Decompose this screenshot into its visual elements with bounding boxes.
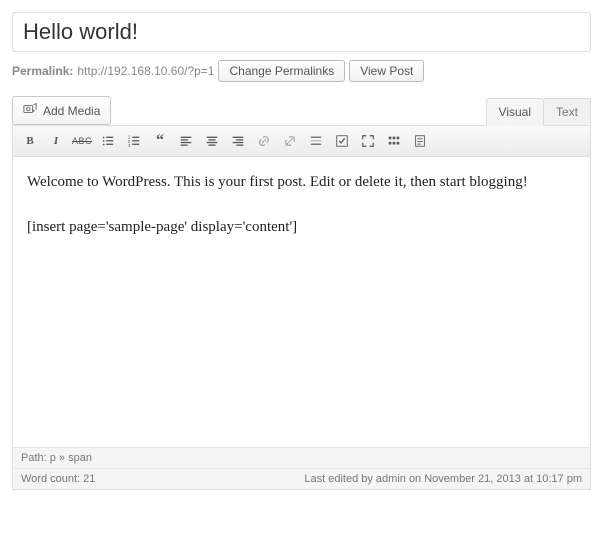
tab-text[interactable]: Text [544, 98, 591, 126]
svg-text:3: 3 [128, 143, 131, 148]
unlink-button[interactable] [279, 130, 301, 152]
align-right-button[interactable] [227, 130, 249, 152]
spellcheck-button[interactable] [331, 130, 353, 152]
editor-path-bar: Path: p » span [13, 447, 590, 468]
ordered-list-button[interactable]: 123 [123, 130, 145, 152]
fullscreen-button[interactable] [357, 130, 379, 152]
add-media-label: Add Media [43, 104, 100, 118]
path-value[interactable]: p » span [50, 452, 92, 464]
strikethrough-button[interactable]: ABC [71, 130, 93, 152]
editor-toolbar: B I ABC 123 “ [13, 126, 590, 157]
blockquote-button[interactable]: “ [149, 130, 171, 152]
link-button[interactable] [253, 130, 275, 152]
post-title-input[interactable] [12, 12, 591, 52]
unordered-list-button[interactable] [97, 130, 119, 152]
editor: B I ABC 123 “ Welcome to WordPress. This… [12, 125, 591, 490]
insert-page-button[interactable] [409, 130, 431, 152]
insert-more-button[interactable] [305, 130, 327, 152]
bold-button[interactable]: B [19, 130, 41, 152]
path-label: Path: [21, 452, 47, 464]
camera-music-icon [23, 102, 37, 119]
align-left-button[interactable] [175, 130, 197, 152]
tab-visual[interactable]: Visual [486, 98, 544, 126]
word-count-value: 21 [83, 473, 95, 485]
permalink-label: Permalink: [12, 64, 73, 78]
content-paragraph: Welcome to WordPress. This is your first… [27, 171, 576, 194]
content-editor[interactable]: Welcome to WordPress. This is your first… [13, 157, 590, 447]
editor-tabs: Visual Text [486, 97, 591, 125]
permalink-url: http://192.168.10.60/?p=1 [77, 64, 214, 78]
change-permalinks-button[interactable]: Change Permalinks [218, 60, 345, 82]
view-post-button[interactable]: View Post [349, 60, 424, 82]
content-shortcode: [insert page='sample-page' display='cont… [27, 216, 576, 239]
last-edited: Last edited by admin on November 21, 201… [304, 473, 582, 485]
word-count-label: Word count: [21, 473, 80, 485]
editor-meta-bar: Word count: 21 Last edited by admin on N… [13, 468, 590, 489]
permalink-row: Permalink: http://192.168.10.60/?p=1 Cha… [12, 60, 591, 82]
align-center-button[interactable] [201, 130, 223, 152]
word-count: Word count: 21 [21, 473, 95, 485]
italic-button[interactable]: I [45, 130, 67, 152]
add-media-button[interactable]: Add Media [12, 96, 111, 125]
kitchen-sink-button[interactable] [383, 130, 405, 152]
